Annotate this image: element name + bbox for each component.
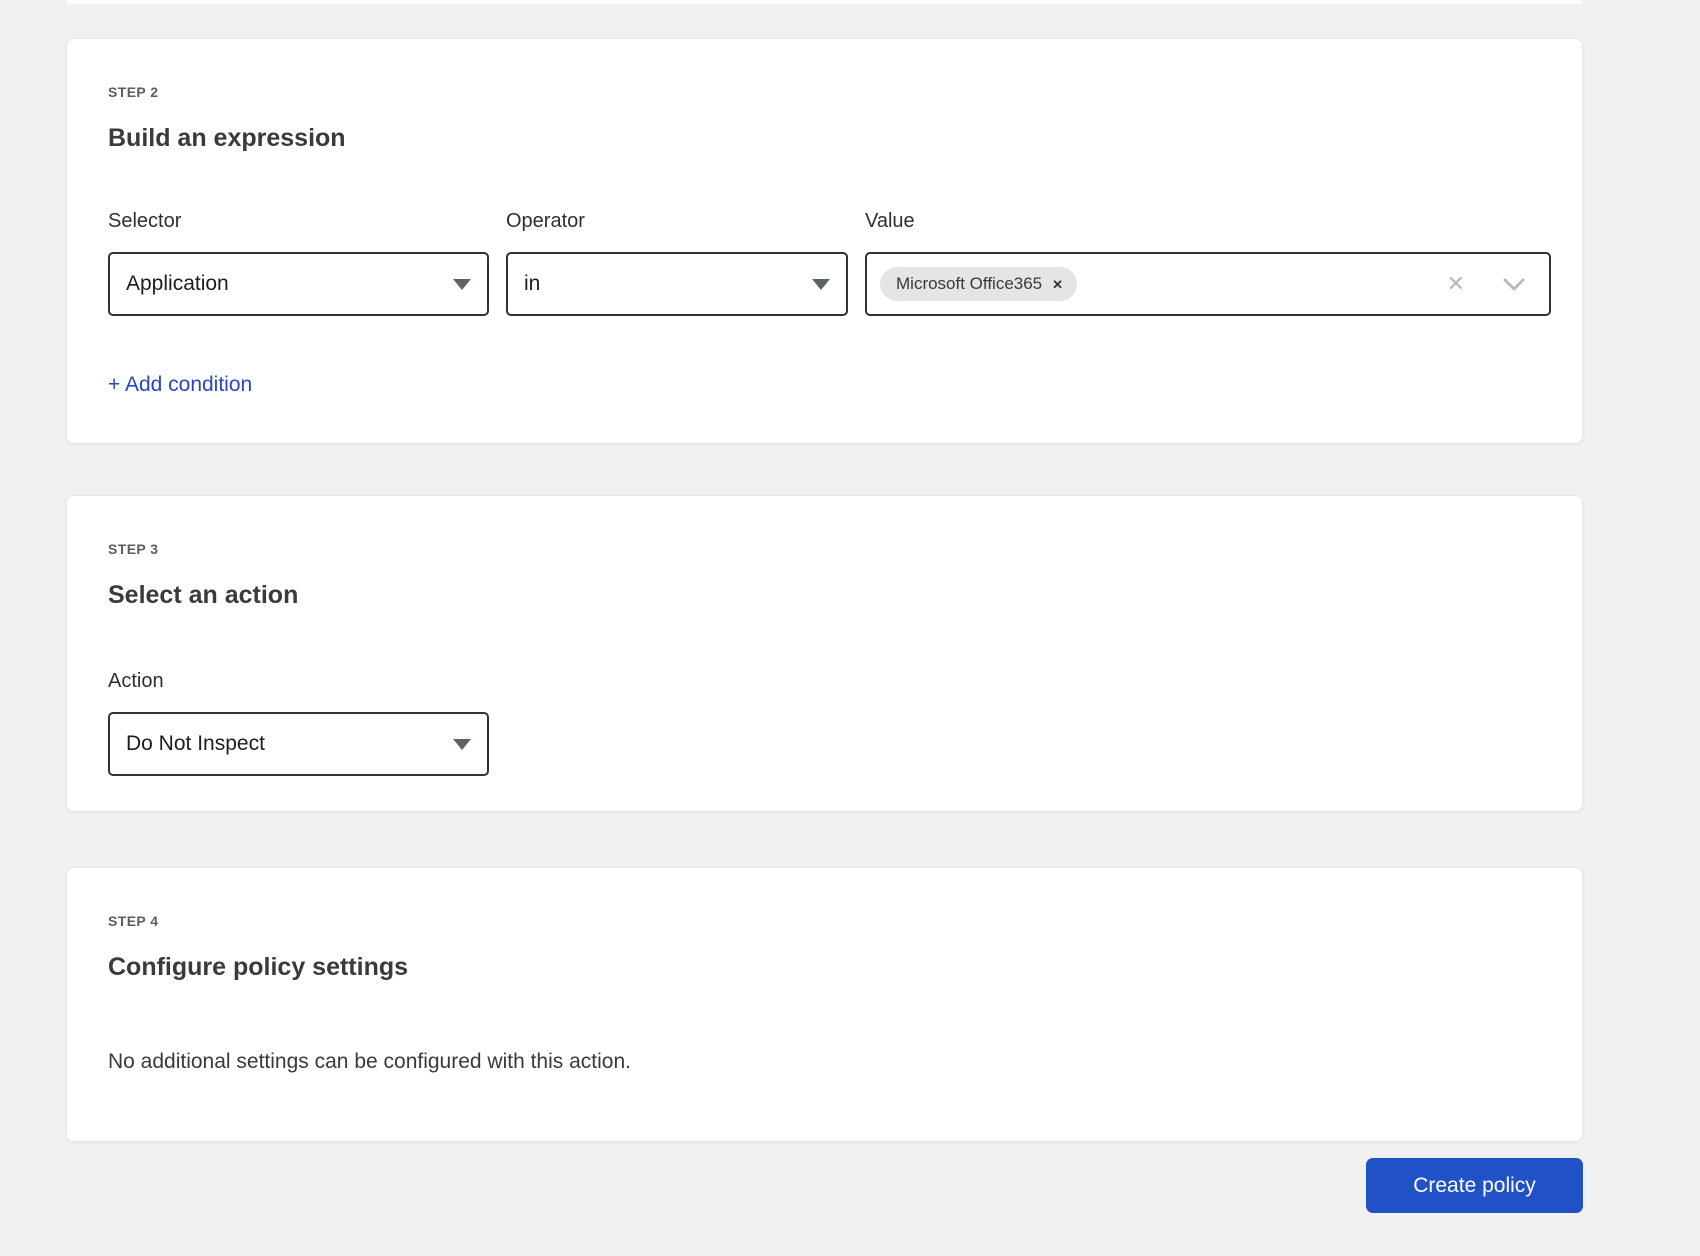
selected-value-tag: Microsoft Office365 ✕: [880, 267, 1077, 301]
no-settings-note: No additional settings can be configured…: [108, 1048, 1551, 1075]
caret-down-icon: [453, 739, 471, 750]
chevron-down-icon[interactable]: [1503, 278, 1525, 291]
step4-caption: STEP 4: [108, 914, 1551, 928]
operator-label: Operator: [506, 209, 848, 233]
step4-title: Configure policy settings: [108, 952, 1551, 982]
value-field: Value Microsoft Office365 ✕ ✕: [865, 209, 1551, 316]
selected-value-tag-text: Microsoft Office365: [896, 274, 1042, 294]
action-field: Action Do Not Inspect: [108, 669, 1551, 776]
operator-field: Operator in: [506, 209, 848, 316]
step3-caption: STEP 3: [108, 542, 1551, 556]
step4-card: STEP 4 Configure policy settings No addi…: [66, 867, 1583, 1142]
action-label: Action: [108, 669, 1551, 693]
operator-dropdown[interactable]: in: [506, 252, 848, 316]
selector-dropdown[interactable]: Application: [108, 252, 489, 316]
page-content: STEP 2 Build an expression Selector Appl…: [0, 0, 1583, 1213]
value-input-icons: ✕: [1447, 273, 1525, 295]
footer-actions: Create policy: [66, 1158, 1583, 1213]
add-condition-link[interactable]: + Add condition: [108, 372, 252, 398]
caret-down-icon: [453, 279, 471, 290]
selector-field: Selector Application: [108, 209, 489, 316]
operator-dropdown-value: in: [524, 272, 540, 296]
create-policy-button[interactable]: Create policy: [1366, 1158, 1583, 1213]
clear-selection-icon[interactable]: ✕: [1447, 273, 1465, 295]
step3-title: Select an action: [108, 580, 1551, 610]
expression-fields-row: Selector Application Operator in Value M…: [108, 209, 1551, 316]
previous-card-bottom-edge: [66, 0, 1583, 4]
selector-label: Selector: [108, 209, 489, 233]
step2-card: STEP 2 Build an expression Selector Appl…: [66, 38, 1583, 444]
action-dropdown-value: Do Not Inspect: [126, 732, 265, 756]
value-multiselect-input[interactable]: Microsoft Office365 ✕ ✕: [865, 252, 1551, 316]
step2-caption: STEP 2: [108, 85, 1551, 99]
caret-down-icon: [812, 279, 830, 290]
value-label: Value: [865, 209, 1551, 233]
action-dropdown[interactable]: Do Not Inspect: [108, 712, 489, 776]
remove-tag-icon[interactable]: ✕: [1052, 278, 1063, 291]
step2-title: Build an expression: [108, 123, 1551, 153]
step3-card: STEP 3 Select an action Action Do Not In…: [66, 495, 1583, 812]
selector-dropdown-value: Application: [126, 272, 229, 296]
